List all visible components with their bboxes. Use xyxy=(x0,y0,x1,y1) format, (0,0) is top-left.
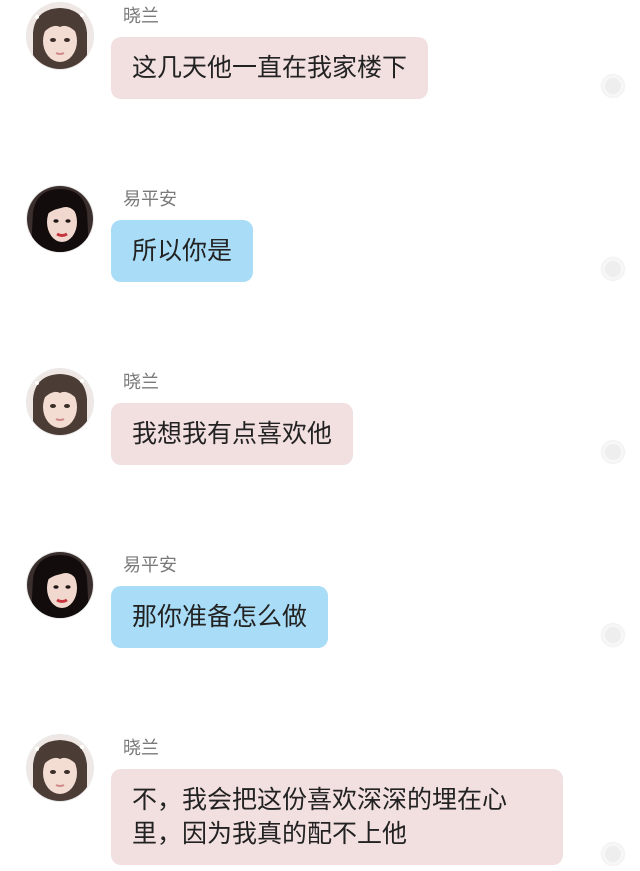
message-bubble[interactable]: 所以你是 xyxy=(111,220,254,282)
sender-name: 晓兰 xyxy=(123,6,159,27)
avatar[interactable] xyxy=(27,3,93,69)
sender-name: 易平安 xyxy=(123,189,177,210)
avatar[interactable] xyxy=(27,186,93,252)
message-bubble[interactable]: 我想我有点喜欢他 xyxy=(111,403,354,465)
girl-face-light-avatar-icon xyxy=(27,369,93,435)
sender-name: 易平安 xyxy=(123,555,177,576)
circle-dot-icon[interactable] xyxy=(602,441,624,463)
girl-face-light-avatar-icon xyxy=(27,735,93,801)
avatar[interactable] xyxy=(27,369,93,435)
message-bubble[interactable]: 这几天他一直在我家楼下 xyxy=(111,37,429,99)
avatar[interactable] xyxy=(27,552,93,618)
circle-dot-icon[interactable] xyxy=(602,258,624,280)
sender-name: 晓兰 xyxy=(123,738,159,759)
girl-face-dark-hair-avatar-icon xyxy=(27,186,93,252)
sender-name: 晓兰 xyxy=(123,372,159,393)
message-bubble[interactable]: 不，我会把这份喜欢深深的埋在心里，因为我真的配不上他 xyxy=(111,769,563,865)
girl-face-dark-hair-avatar-icon xyxy=(27,552,93,618)
message-bubble[interactable]: 那你准备怎么做 xyxy=(111,586,329,648)
circle-dot-icon[interactable] xyxy=(602,75,624,97)
avatar[interactable] xyxy=(27,735,93,801)
circle-dot-icon[interactable] xyxy=(602,843,624,865)
girl-face-light-avatar-icon xyxy=(27,3,93,69)
circle-dot-icon[interactable] xyxy=(602,624,624,646)
